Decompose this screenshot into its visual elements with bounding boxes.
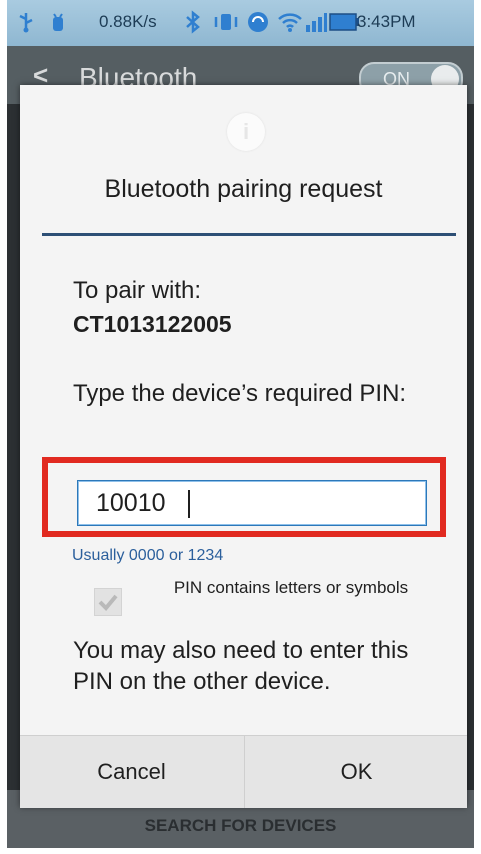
pin-letters-checkbox[interactable] xyxy=(94,588,122,616)
search-for-devices-button[interactable]: SEARCH FOR DEVICES xyxy=(7,816,474,836)
dialog-title: Bluetooth pairing request xyxy=(104,175,383,203)
checkmark-icon xyxy=(98,594,118,611)
status-bar: 0.88K/s 3:43PM xyxy=(7,0,474,46)
text-cursor xyxy=(188,490,190,518)
signal-icon xyxy=(305,11,327,33)
cancel-button[interactable]: Cancel xyxy=(20,736,243,808)
ok-button[interactable]: OK xyxy=(244,736,468,808)
bluetooth-icon xyxy=(183,10,203,34)
checkbox-label: PIN contains letters or symbols xyxy=(173,578,409,597)
usb-debug-icon xyxy=(49,11,67,33)
pin-prompt: Type the device’s required PIN: xyxy=(73,380,407,407)
title-divider xyxy=(42,233,456,236)
pin-note: You may also need to enter this PIN on t… xyxy=(73,637,409,695)
network-speed: 0.88K/s xyxy=(99,12,157,31)
dialog-buttons: Cancel OK xyxy=(20,735,467,808)
usb-icon xyxy=(17,11,35,33)
battery-icon xyxy=(329,13,359,31)
device-name: CT1013122005 xyxy=(73,311,232,337)
phone-screen: 0.88K/s 3:43PM < Bluetooth ON SEARCH FOR… xyxy=(7,0,474,848)
clock: 3:43PM xyxy=(357,12,416,31)
vibrate-icon xyxy=(213,11,239,33)
info-icon-glyph: i xyxy=(242,119,250,144)
pin-hint: Usually 0000 or 1234 xyxy=(72,547,224,564)
wifi-icon xyxy=(277,11,303,33)
info-icon: i xyxy=(227,113,265,151)
pair-with-label: To pair with: xyxy=(73,277,202,304)
pin-input[interactable] xyxy=(77,480,427,526)
sync-icon xyxy=(247,11,269,33)
pairing-dialog: i Bluetooth pairing request To pair with… xyxy=(20,85,467,808)
